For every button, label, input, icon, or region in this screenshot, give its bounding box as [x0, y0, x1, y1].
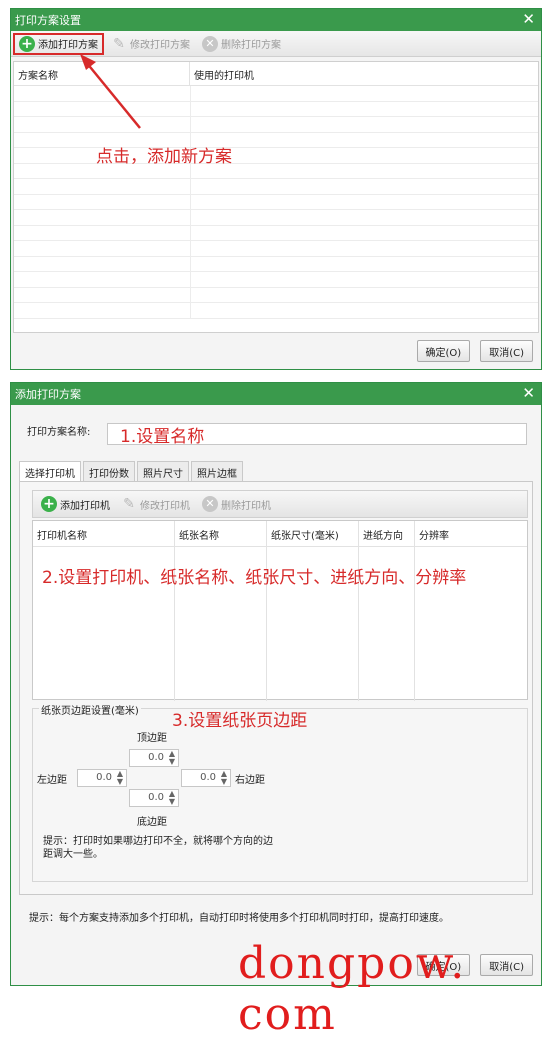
table-row[interactable]	[14, 148, 538, 164]
add-printer-label: 添加打印机	[60, 500, 110, 512]
annotation-add-scheme: 点击，添加新方案	[96, 147, 232, 167]
scheme-name-label-text: 打印方案名称:	[27, 427, 91, 438]
column-header-feed-direction: 进纸方向	[359, 521, 415, 701]
right-margin-input[interactable]: 0.0 ▲ ▼	[181, 769, 231, 787]
table-row[interactable]	[14, 303, 538, 319]
tab-copies[interactable]: 打印份数	[83, 461, 135, 481]
add-print-scheme-window: 添加打印方案 ✕ 打印方案名称: 选择打印机 打印份数 照片尺寸 照片边框 + …	[10, 382, 542, 986]
ok-button[interactable]: 确定(O)	[416, 340, 471, 362]
delete-icon: ✕	[202, 496, 218, 512]
column-header-scheme-name: 方案名称	[14, 62, 190, 85]
table-row[interactable]	[14, 241, 538, 257]
right-margin-label: 右边距	[235, 775, 265, 786]
window-title-bar: 添加打印方案 ✕	[11, 383, 541, 405]
left-margin-label: 左边距	[37, 775, 67, 786]
window-title: 打印方案设置	[15, 14, 81, 27]
table-row[interactable]	[14, 256, 538, 272]
right-margin-value: 0.0	[200, 772, 216, 783]
pencil-icon: ✎	[123, 496, 135, 512]
spinner-arrows-icon[interactable]: ▲ ▼	[169, 750, 175, 766]
margin-group-title: 纸张页边距设置(毫米)	[39, 702, 141, 717]
column-header-printer-name: 打印机名称	[33, 521, 175, 701]
scheme-hint: 提示：每个方案支持添加多个打印机，自动打印时将使用多个打印机同时打印，提高打印速…	[29, 913, 449, 924]
edit-printer-label: 修改打印机	[140, 500, 190, 512]
table-row[interactable]	[14, 194, 538, 210]
add-icon: +	[19, 35, 35, 52]
table-row[interactable]	[14, 132, 538, 148]
add-icon: +	[41, 496, 57, 512]
printer-table[interactable]: 打印机名称 纸张名称 纸张尺寸(毫米) 进纸方向 分辨率	[32, 520, 528, 701]
top-margin-label: 顶边距	[137, 733, 167, 744]
tab-photo-border[interactable]: 照片边框	[191, 461, 243, 481]
edit-printer-button[interactable]: ✎ 修改打印机	[118, 493, 194, 515]
watermark: dongpow. com	[238, 938, 467, 1040]
add-printer-button[interactable]: + 添加打印机	[37, 493, 114, 515]
bottom-margin-label: 底边距	[137, 817, 167, 828]
spinner-arrows-icon[interactable]: ▲ ▼	[169, 790, 175, 806]
annotation-set-name: 1.设置名称	[120, 427, 205, 447]
table-header: 打印机名称 纸张名称 纸张尺寸(毫米) 进纸方向 分辨率	[33, 521, 527, 701]
table-header: 方案名称 使用的打印机	[14, 62, 538, 86]
tab-panel-select-printer: + 添加打印机 ✎ 修改打印机 ✕ 删除打印机 打印机名称 纸张名称 纸张尺寸(…	[19, 481, 533, 895]
table-row[interactable]	[14, 179, 538, 195]
table-row[interactable]	[14, 210, 538, 226]
table-body	[14, 86, 538, 319]
table-row[interactable]	[14, 117, 538, 133]
delete-icon: ✕	[202, 35, 218, 52]
dialog-footer: 确定(O) 取消(C)	[11, 333, 541, 369]
left-margin-input[interactable]: 0.0 ▲ ▼	[77, 769, 127, 787]
delete-printer-label: 删除打印机	[221, 500, 271, 512]
delete-scheme-button[interactable]: ✕ 删除打印方案	[198, 33, 285, 55]
bottom-margin-value: 0.0	[148, 792, 164, 803]
edit-scheme-label: 修改打印方案	[130, 40, 190, 51]
tab-photo-size[interactable]: 照片尺寸	[137, 461, 189, 481]
top-margin-value: 0.0	[148, 752, 164, 763]
column-header-paper-name: 纸张名称	[175, 521, 267, 701]
bottom-margin-input[interactable]: 0.0 ▲ ▼	[129, 789, 179, 807]
spinner-arrows-icon[interactable]: ▲ ▼	[221, 770, 227, 786]
toolbar: + 添加打印方案 ✎ 修改打印方案 ✕ 删除打印方案	[11, 31, 541, 57]
pencil-icon: ✎	[113, 35, 125, 52]
delete-printer-button[interactable]: ✕ 删除打印机	[198, 493, 275, 515]
table-row[interactable]	[14, 225, 538, 241]
delete-scheme-label: 删除打印方案	[221, 40, 281, 51]
tab-select-printer[interactable]: 选择打印机	[19, 461, 81, 482]
table-row[interactable]	[14, 287, 538, 303]
window-title: 添加打印方案	[15, 388, 81, 401]
table-row[interactable]	[14, 86, 538, 102]
scheme-table[interactable]: 方案名称 使用的打印机	[13, 61, 539, 333]
cancel-button[interactable]: 取消(C)	[480, 340, 533, 362]
margin-hint: 提示：打印时如果哪边打印不全，就将哪个方向的边距调大一些。	[43, 836, 273, 860]
printer-toolbar: + 添加打印机 ✎ 修改打印机 ✕ 删除打印机	[32, 490, 528, 518]
scheme-name-label: 打印方案名称:	[27, 423, 90, 438]
add-scheme-button[interactable]: + 添加打印方案	[13, 32, 104, 55]
margin-settings-group: 纸张页边距设置(毫米) 顶边距 0.0 ▲ ▼ 左边距 0.0 ▲ ▼ 0.0 ▲ ▼…	[32, 702, 528, 882]
column-header-printer: 使用的打印机	[194, 71, 254, 82]
edit-scheme-button[interactable]: ✎ 修改打印方案	[108, 33, 194, 55]
table-row[interactable]	[14, 101, 538, 117]
close-icon[interactable]: ✕	[522, 11, 535, 28]
left-margin-value: 0.0	[96, 772, 112, 783]
table-row[interactable]	[14, 272, 538, 288]
add-scheme-label: 添加打印方案	[38, 40, 98, 51]
close-icon[interactable]: ✕	[522, 385, 535, 402]
annotation-set-margins: 3.设置纸张页边距	[172, 711, 308, 731]
print-scheme-settings-window: 打印方案设置 ✕ + 添加打印方案 ✎ 修改打印方案 ✕ 删除打印方案 方案名称…	[10, 8, 542, 370]
window-title-bar: 打印方案设置 ✕	[11, 9, 541, 31]
spinner-arrows-icon[interactable]: ▲ ▼	[117, 770, 123, 786]
column-header-resolution: 分辨率	[419, 531, 449, 542]
top-margin-input[interactable]: 0.0 ▲ ▼	[129, 749, 179, 767]
table-row[interactable]	[14, 163, 538, 179]
tab-bar: 选择打印机 打印份数 照片尺寸 照片边框	[19, 461, 245, 482]
column-header-paper-size: 纸张尺寸(毫米)	[267, 521, 359, 701]
annotation-set-printer: 2.设置打印机、纸张名称、纸张尺寸、进纸方向、分辨率	[42, 568, 467, 588]
